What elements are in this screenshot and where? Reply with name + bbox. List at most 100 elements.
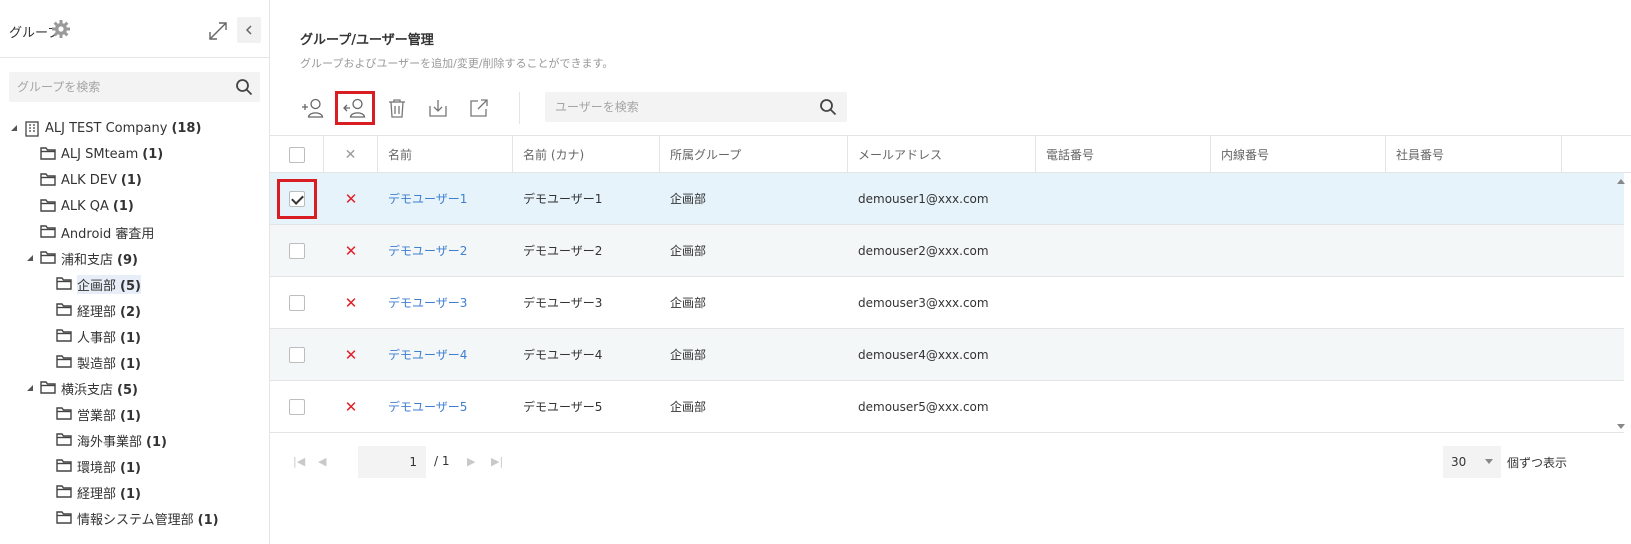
tree-item[interactable]: 環境部 (1) <box>42 455 141 477</box>
cell-name[interactable]: デモユーザー4 <box>378 329 513 380</box>
folder-icon <box>40 251 56 265</box>
tree-item-count: (1) <box>120 330 141 346</box>
import-button[interactable] <box>418 91 458 125</box>
group-sidebar: グループ ALJ TEST Company(18)ALJ SMteam(1)AL… <box>0 0 270 544</box>
cell-extension <box>1211 329 1386 380</box>
folder-icon <box>56 407 72 421</box>
cell-group: 企画部 <box>670 348 707 362</box>
table-row[interactable]: ✕ デモユーザー1 デモユーザー1 企画部 demouser1@xxx.com <box>270 173 1624 225</box>
tree-item-label: 環境部 <box>77 460 117 476</box>
table-row[interactable]: ✕ デモユーザー3 デモユーザー3 企画部 demouser3@xxx.com <box>270 277 1624 329</box>
tree-item[interactable]: 浦和支店 (9) <box>26 247 138 269</box>
search-icon[interactable] <box>235 78 253 96</box>
cell-extension <box>1211 225 1386 276</box>
row-checkbox[interactable] <box>289 294 305 311</box>
last-page-icon[interactable]: ▶| <box>491 455 503 468</box>
tree-item-text: 情報システム管理部 (1) <box>77 509 219 528</box>
cell-name-kana: デモユーザー3 <box>523 296 603 310</box>
prev-page-icon[interactable]: ◀ <box>318 455 326 468</box>
group-search-input[interactable] <box>9 72 219 102</box>
delete-row-icon[interactable]: ✕ <box>324 190 378 208</box>
scroll-up-icon[interactable] <box>1617 179 1625 184</box>
tree-item-label: 企画部 <box>77 278 117 294</box>
caret-expanded-icon[interactable] <box>26 251 36 266</box>
caret-expanded-icon[interactable] <box>10 121 20 136</box>
cell-select <box>270 329 324 380</box>
table-row[interactable]: ✕ デモユーザー2 デモユーザー2 企画部 demouser2@xxx.com <box>270 225 1624 277</box>
page-size-select[interactable]: 30 <box>1443 446 1501 478</box>
header-employee-no: 社員番号 <box>1386 136 1562 173</box>
page-size-value: 30 <box>1451 455 1467 469</box>
gear-icon[interactable] <box>51 19 71 39</box>
tree-item[interactable]: ALJ TEST Company (18) <box>10 117 201 139</box>
cell-name[interactable]: デモユーザー5 <box>378 381 513 432</box>
tree-item[interactable]: Android 審査用 <box>26 221 154 243</box>
folder-icon <box>56 277 72 291</box>
cell-select <box>270 381 324 432</box>
collapse-sidebar-button[interactable] <box>237 17 261 43</box>
delete-row-icon[interactable]: ✕ <box>324 346 378 364</box>
scroll-down-icon[interactable] <box>1617 424 1625 429</box>
tree-item[interactable]: 製造部 (1) <box>42 351 141 373</box>
tree-item[interactable]: 企画部 (5) <box>42 273 141 295</box>
row-checkbox-wrapper[interactable] <box>277 283 317 323</box>
user-search-input[interactable] <box>545 92 805 122</box>
cell-name[interactable]: デモユーザー1 <box>378 173 513 224</box>
caret-expanded-icon[interactable] <box>26 381 36 396</box>
tree-item[interactable]: 経理部 (1) <box>42 481 141 503</box>
cell-email: demouser2@xxx.com <box>858 243 989 258</box>
export-button[interactable] <box>459 91 499 125</box>
tree-item[interactable]: 経理部 (2) <box>42 299 141 321</box>
row-checkbox-wrapper[interactable] <box>277 387 317 427</box>
row-checkbox[interactable] <box>289 346 305 363</box>
row-checkbox[interactable] <box>289 398 305 415</box>
move-user-icon <box>343 98 366 118</box>
delete-button[interactable] <box>377 91 417 125</box>
tree-item-count: (5) <box>117 382 138 398</box>
cell-name[interactable]: デモユーザー2 <box>378 225 513 276</box>
select-all-checkbox[interactable] <box>288 146 305 163</box>
delete-row-icon[interactable]: ✕ <box>324 242 378 260</box>
tree-item[interactable]: 海外事業部 (1) <box>42 429 167 451</box>
cell-name[interactable]: デモユーザー3 <box>378 277 513 328</box>
row-checkbox[interactable] <box>289 242 305 259</box>
tree-item-text: ALK DEV (1) <box>61 173 142 188</box>
page-number-input[interactable] <box>358 446 426 478</box>
row-checkbox[interactable] <box>289 190 305 207</box>
expand-icon[interactable] <box>207 20 229 42</box>
row-checkbox-wrapper[interactable] <box>277 335 317 375</box>
user-search <box>545 92 847 122</box>
delete-row-icon[interactable]: ✕ <box>324 398 378 416</box>
header-name: 名前 <box>378 136 513 173</box>
tree-item[interactable]: 横浜支店 (5) <box>26 377 138 399</box>
cell-phone <box>1036 173 1211 224</box>
toolbar-divider <box>519 92 520 124</box>
move-user-button[interactable] <box>335 91 375 125</box>
header-group: 所属グループ <box>660 136 848 173</box>
first-page-icon[interactable]: |◀ <box>293 455 305 468</box>
table-row[interactable]: ✕ デモユーザー5 デモユーザー5 企画部 demouser5@xxx.com <box>270 381 1624 433</box>
delete-row-icon[interactable]: ✕ <box>324 294 378 312</box>
folder-icon <box>56 485 72 499</box>
add-user-button[interactable] <box>293 91 333 125</box>
tree-item[interactable]: 営業部 (1) <box>42 403 141 425</box>
tree-item[interactable]: 人事部 (1) <box>42 325 141 347</box>
main-panel: グループ/ユーザー管理 グループおよびユーザーを追加/変更/削除することができま… <box>270 0 1631 544</box>
cell-select <box>270 173 324 224</box>
search-icon[interactable] <box>819 98 837 119</box>
tree-item[interactable]: ALJ SMteam (1) <box>26 143 163 165</box>
row-checkbox-wrapper[interactable] <box>277 231 317 271</box>
tree-item-count: (1) <box>120 460 141 476</box>
cell-email: demouser1@xxx.com <box>858 191 989 206</box>
header-extension-label: 内線番号 <box>1221 148 1270 162</box>
tree-item[interactable]: 情報システム管理部 (1) <box>42 507 219 529</box>
table-row[interactable]: ✕ デモユーザー4 デモユーザー4 企画部 demouser4@xxx.com <box>270 329 1624 381</box>
next-page-icon[interactable]: ▶ <box>467 455 475 468</box>
table-scrollbar[interactable] <box>1614 173 1626 431</box>
header-select-all[interactable] <box>270 136 324 173</box>
row-checkbox-wrapper[interactable] <box>277 178 317 219</box>
tree-item[interactable]: ALK DEV (1) <box>26 169 142 191</box>
cell-name-kana: デモユーザー4 <box>523 348 603 362</box>
tree-item[interactable]: ALK QA (1) <box>26 195 134 217</box>
tree-item-label: 横浜支店 <box>61 382 114 398</box>
